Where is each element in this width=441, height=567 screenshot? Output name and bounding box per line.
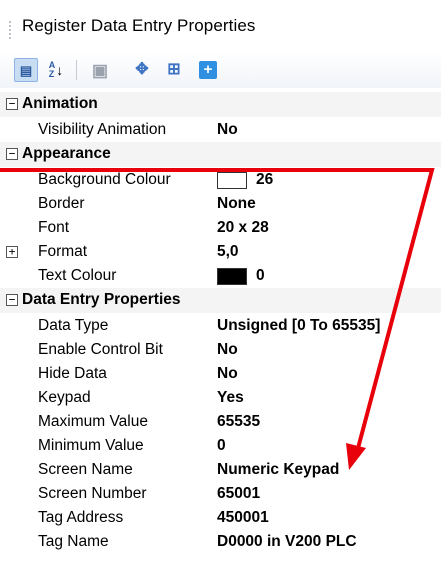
expand-icon[interactable]: + <box>6 246 18 259</box>
collapse-icon[interactable]: − <box>6 148 18 161</box>
property-grid: − Animation Visibility Animation No − Ap… <box>0 92 441 567</box>
categorized-icon: ▤ <box>19 62 33 78</box>
property-name: Enable Control Bit <box>38 341 163 359</box>
property-row-background-colour[interactable]: Background Colour 26 <box>0 168 441 193</box>
property-name: Screen Number <box>38 485 147 503</box>
properties-button[interactable]: ⊞ <box>162 58 186 82</box>
property-value-container[interactable]: 26 <box>217 171 273 189</box>
property-row-minimum-value[interactable]: Minimum Value 0 <box>0 434 441 459</box>
property-name: Border <box>38 195 85 213</box>
expand-icon: ✥ <box>135 61 149 78</box>
property-value: 26 <box>256 171 274 189</box>
expand-button[interactable]: ✥ <box>130 58 154 82</box>
property-name: Tag Name <box>38 533 109 551</box>
properties-icon: ⊞ <box>167 61 181 78</box>
property-name: Maximum Value <box>38 413 148 431</box>
property-value[interactable]: 450001 <box>217 509 269 527</box>
property-value[interactable]: No <box>217 365 238 383</box>
property-row-border[interactable]: Border None <box>0 192 441 217</box>
property-value[interactable]: Numeric Keypad <box>217 461 339 479</box>
property-row-screen-name[interactable]: Screen Name Numeric Keypad <box>0 458 441 483</box>
category-animation[interactable]: − Animation <box>0 92 441 117</box>
property-name: Tag Address <box>38 509 124 527</box>
property-name: Format <box>38 243 88 261</box>
property-name: Text Colour <box>38 267 117 285</box>
property-value[interactable]: Yes <box>217 389 244 407</box>
category-label: Appearance <box>22 145 111 163</box>
alphabetical-button[interactable]: AZ ↓ <box>44 58 68 82</box>
property-name: Visibility Animation <box>38 121 167 139</box>
sort-arrow-icon: ↓ <box>56 62 64 78</box>
toolbar-separator <box>76 60 77 80</box>
add-button[interactable]: + <box>196 58 220 82</box>
property-row-tag-name[interactable]: Tag Name D0000 in V200 PLC <box>0 530 441 555</box>
property-value[interactable]: No <box>217 121 238 139</box>
property-value[interactable]: No <box>217 341 238 359</box>
property-value[interactable]: 20 x 28 <box>217 219 269 237</box>
property-name: Hide Data <box>38 365 107 383</box>
property-row-text-colour[interactable]: Text Colour 0 <box>0 264 441 289</box>
color-swatch <box>217 267 247 285</box>
collapse-icon[interactable]: − <box>6 294 18 307</box>
property-value-container[interactable]: 0 <box>217 267 265 285</box>
categorized-button[interactable]: ▤ <box>14 58 38 82</box>
property-name: Data Type <box>38 317 109 335</box>
panel-title: Register Data Entry Properties <box>22 16 256 35</box>
category-label: Data Entry Properties <box>22 291 181 309</box>
property-row-font[interactable]: Font 20 x 28 <box>0 216 441 241</box>
property-name: Keypad <box>38 389 91 407</box>
property-value[interactable]: 65001 <box>217 485 260 503</box>
property-toolbar: ▤ AZ ↓ ▣ ✥ ⊞ + <box>0 52 441 88</box>
drag-grip-icon[interactable] <box>8 20 12 40</box>
property-row-tag-address[interactable]: Tag Address 450001 <box>0 506 441 531</box>
property-value[interactable]: Unsigned [0 To 65535] <box>217 317 380 335</box>
property-row-hide-data[interactable]: Hide Data No <box>0 362 441 387</box>
property-row-keypad[interactable]: Keypad Yes <box>0 386 441 411</box>
category-label: Animation <box>22 95 98 113</box>
property-name: Minimum Value <box>38 437 144 455</box>
collapse-icon[interactable]: − <box>6 98 18 111</box>
property-name: Font <box>38 219 70 237</box>
property-value[interactable]: 5,0 <box>217 243 239 261</box>
category-data-entry-properties[interactable]: − Data Entry Properties <box>0 288 441 313</box>
property-row-enable-control-bit[interactable]: Enable Control Bit No <box>0 338 441 363</box>
property-value[interactable]: 0 <box>217 437 226 455</box>
property-value[interactable]: D0000 in V200 PLC <box>217 533 357 551</box>
property-pages-button[interactable]: ▣ <box>88 58 112 82</box>
property-row-visibility-animation[interactable]: Visibility Animation No <box>0 118 441 143</box>
color-swatch <box>217 171 247 189</box>
property-name: Screen Name <box>38 461 133 479</box>
add-icon: + <box>199 61 217 79</box>
panel-title-bar: Register Data Entry Properties <box>0 0 441 50</box>
property-name: Background Colour <box>38 171 171 189</box>
property-row-screen-number[interactable]: Screen Number 65001 <box>0 482 441 507</box>
property-row-format[interactable]: + Format 5,0 <box>0 240 441 265</box>
property-value[interactable]: None <box>217 195 256 213</box>
property-row-maximum-value[interactable]: Maximum Value 65535 <box>0 410 441 435</box>
property-row-data-type[interactable]: Data Type Unsigned [0 To 65535] <box>0 314 441 339</box>
property-pages-icon: ▣ <box>91 60 109 80</box>
property-value: 0 <box>256 267 265 285</box>
category-appearance[interactable]: − Appearance <box>0 142 441 167</box>
property-value[interactable]: 65535 <box>217 413 260 431</box>
sort-az-icon: AZ <box>48 60 56 79</box>
